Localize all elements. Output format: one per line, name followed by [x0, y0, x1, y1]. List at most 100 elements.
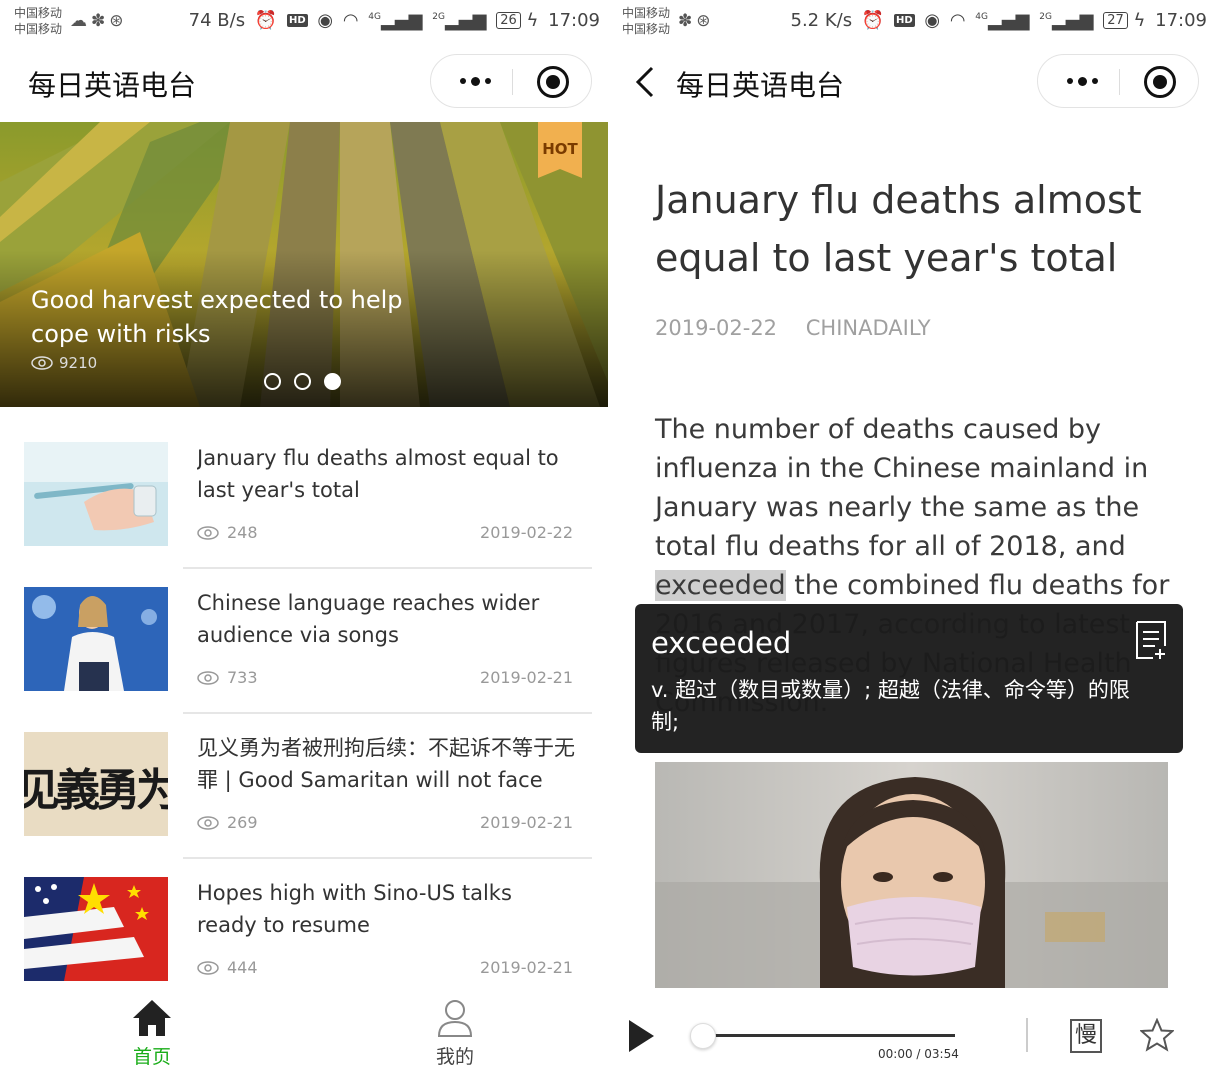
tab-bar: 首页 我的: [0, 992, 608, 1080]
list-item[interactable]: Chinese language reaches wider audience …: [0, 570, 608, 715]
app-icon: ✽: [678, 11, 697, 31]
tab-home[interactable]: 首页: [102, 998, 202, 1069]
dictionary-popup: exceeded v. 超过（数目或数量）; 超越（法律、命令等）的限制;: [635, 604, 1183, 753]
more-dot-icon: [484, 78, 491, 84]
item-title: Chinese language reaches wider audience …: [197, 591, 540, 647]
wifi-icon: ◠: [342, 10, 359, 31]
popup-definition: v. 超过（数目或数量）; 超越（法律、命令等）的限制;: [651, 678, 1130, 734]
status-right: 74 B/s ⏰ HD ◉ ◠ 4G▂▄▆ 2G▂▄▆ 26 ϟ 17:09: [185, 10, 600, 31]
network-speed: 74 B/s: [188, 10, 246, 31]
item-view-count: 269: [197, 813, 258, 832]
more-dot-icon: [470, 76, 480, 86]
title-bar: 每日英语电台: [608, 50, 1215, 114]
back-arrow-icon[interactable]: [630, 64, 660, 100]
play-icon[interactable]: [626, 1018, 656, 1054]
signal-4g-icon: 4G▂▄▆: [368, 10, 423, 31]
item-date: 2019-02-21: [480, 668, 573, 687]
eye-icon: [31, 356, 53, 370]
capsule-divider: [1119, 69, 1120, 95]
more-button[interactable]: [1058, 65, 1106, 97]
page-title: 每日英语电台: [28, 69, 197, 102]
carousel-dot-active[interactable]: [324, 373, 341, 390]
body-text[interactable]: The number of deaths caused by influenza…: [655, 414, 1148, 562]
item-title: 见义勇为者被刑拘后续：不起诉不等于无罪 | Good Samaritan wil…: [197, 736, 575, 792]
more-dot-icon: [1091, 78, 1098, 84]
masked-woman-image: [655, 762, 1168, 988]
user-icon: [437, 1000, 473, 1037]
item-view-count: 248: [197, 523, 258, 542]
item-views-value: 269: [227, 813, 258, 832]
carrier-1: 中国移动: [622, 6, 671, 20]
article-title: January flu deaths almost equal to last …: [655, 178, 1142, 280]
popup-word: exceeded: [651, 626, 792, 660]
network-speed: 5.2 K/s: [790, 10, 853, 31]
more-button[interactable]: [451, 65, 499, 97]
player-divider: [1026, 1018, 1028, 1052]
wifi-icon: ◠: [949, 10, 966, 31]
vaccine-thumbnail: [24, 442, 168, 546]
item-views-value: 733: [227, 668, 258, 687]
article-date: 2019-02-22: [655, 316, 778, 340]
miniprogram-capsule: [1037, 54, 1199, 108]
tab-home-label: 首页: [132, 1046, 171, 1068]
clock: 17:09: [548, 10, 600, 31]
item-views-value: 248: [227, 523, 258, 542]
signal-2g-icon: 2G▂▄▆: [432, 10, 487, 31]
add-to-wordbook-icon[interactable]: [1135, 620, 1167, 660]
article-source: CHINADAILY: [805, 316, 931, 340]
item-date: 2019-02-21: [480, 958, 573, 977]
list-item[interactable]: Hopes high with Sino-US talks ready to r…: [0, 860, 608, 1005]
tab-mine[interactable]: 我的: [405, 998, 505, 1069]
eye-icon: [197, 670, 219, 685]
banner-title: Good harvest expected to help cope with …: [31, 286, 403, 348]
featured-banner[interactable]: HOT Good harvest expected to help cope w…: [0, 122, 608, 407]
article-meta: 2019-02-22 CHINADAILY: [655, 316, 953, 340]
singer-thumbnail: [24, 587, 168, 691]
notification-icons: ✽⊛: [678, 11, 715, 31]
divider: [183, 857, 592, 859]
progress-track[interactable]: [703, 1034, 955, 1037]
eye-icon: [197, 525, 219, 540]
item-views-value: 444: [227, 958, 258, 977]
clock: 17:09: [1155, 10, 1207, 31]
app-icon: ✽: [91, 11, 110, 31]
banner-views-value: 9210: [59, 354, 98, 372]
battery-icon: 26: [496, 12, 521, 29]
divider: [183, 712, 592, 714]
carrier-2: 中国移动: [622, 22, 671, 36]
title-bar: 每日英语电台: [0, 50, 608, 114]
carousel-dot[interactable]: [294, 373, 311, 390]
highlighted-word[interactable]: exceeded: [655, 570, 786, 601]
item-view-count: 733: [197, 668, 258, 687]
calligraphy-thumbnail: 见義勇为: [24, 732, 168, 836]
hd-icon: HD: [893, 14, 915, 27]
gear-notification-icon: ⊛: [696, 11, 715, 31]
carrier-labels: 中国移动 中国移动: [14, 5, 62, 37]
star-icon[interactable]: [1140, 1018, 1174, 1052]
close-miniprogram-button[interactable]: [1144, 66, 1176, 98]
slow-speed-button[interactable]: 慢: [1070, 1019, 1102, 1053]
battery-icon: 27: [1103, 12, 1128, 29]
alarm-icon: ⏰: [254, 10, 278, 31]
close-miniprogram-button[interactable]: [537, 66, 569, 98]
carousel-dot[interactable]: [264, 373, 281, 390]
list-item[interactable]: 见義勇为 见义勇为者被刑拘后续：不起诉不等于无罪 | Good Samarita…: [0, 715, 608, 860]
playback-time: 00:00 / 03:54: [878, 1047, 959, 1061]
list-item[interactable]: January flu deaths almost equal to last …: [0, 425, 608, 570]
article-screen: 中国移动 中国移动 ✽⊛ 5.2 K/s ⏰ HD ◉ ◠ 4G▂▄▆ 2G▂▄…: [608, 0, 1215, 1080]
hd-icon: HD: [286, 14, 308, 27]
signal-2g-icon: 2G▂▄▆: [1039, 10, 1094, 31]
eye-icon: [197, 815, 219, 830]
wechat-icon: ☁: [70, 11, 91, 31]
eye-icon: [197, 960, 219, 975]
item-view-count: 444: [197, 958, 258, 977]
progress-knob[interactable]: [690, 1023, 716, 1049]
eye-icon: ◉: [924, 10, 941, 31]
home-screen: 中国移动 中国移动 ☁✽⊛ 74 B/s ⏰ HD ◉ ◠ 4G▂▄▆ 2G▂▄…: [0, 0, 608, 1080]
page-title: 每日英语电台: [676, 69, 845, 102]
item-date: 2019-02-21: [480, 813, 573, 832]
charging-icon: ϟ: [526, 10, 539, 31]
home-icon: [133, 1000, 171, 1036]
miniprogram-capsule: [430, 54, 592, 108]
flags-thumbnail: [24, 877, 168, 981]
